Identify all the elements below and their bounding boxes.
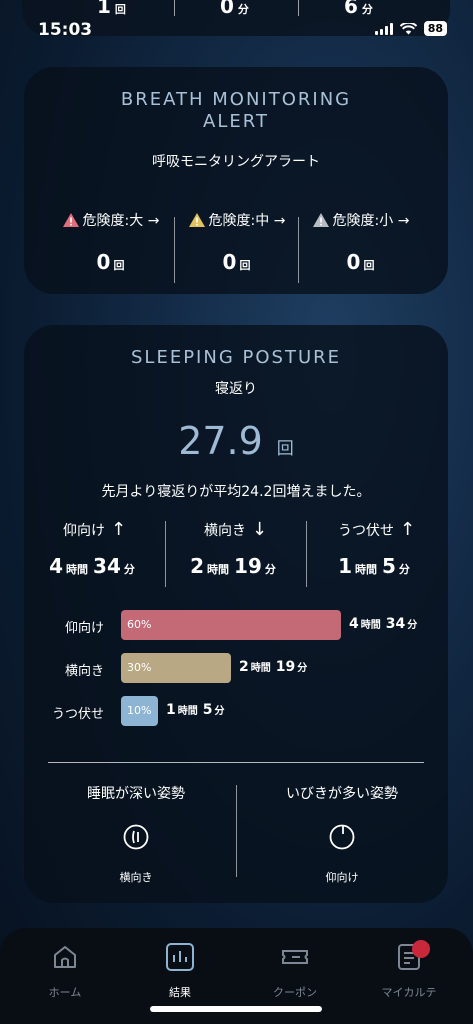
alert-level-medium[interactable]: 危険度:中 → 0回 (174, 210, 299, 274)
tab-results[interactable]: 結果 (121, 942, 239, 1000)
alert-count: 0回 (96, 250, 125, 274)
battery-indicator: 88 (423, 21, 447, 36)
bar-time: 1 時間 5 分 (166, 702, 225, 718)
warning-icon (62, 213, 79, 227)
alert-level-high[interactable]: 危険度:大 → 0回 (48, 210, 173, 274)
direction-supine: 仰向け ↑ 4 時間 34 分 (49, 519, 135, 578)
arrow-up-icon: ↑ (110, 519, 127, 540)
bar-time: 2 時間 19 分 (239, 659, 308, 675)
breath-alert-title-ja: 呼吸モニタリングアラート (152, 154, 320, 170)
posture-bar: 30% (121, 653, 231, 683)
posture-title-ja: 寝返り (215, 381, 257, 397)
alert-label: 危険度:小 → (332, 213, 410, 229)
chart-icon (166, 943, 194, 971)
arrow-down-icon: ↓ (251, 519, 268, 540)
turn-count: 27.9 回 (178, 419, 294, 463)
alert-label: 危険度:大 → (82, 213, 160, 229)
sleeping-posture-card: SLEEPING POSTURE 寝返り 27.9 回 先月より寝返りが平均24.… (24, 325, 448, 903)
alert-count: 0回 (222, 250, 251, 274)
direction-prone: うつ伏せ ↑ 1 時間 5 分 (337, 519, 416, 578)
bar-time: 4 時間 34 分 (349, 616, 418, 632)
comparison-text: 先月より寝返りが平均24.2回増えました。 (101, 484, 371, 500)
warning-icon (312, 213, 329, 227)
posture-bar: 10% (121, 696, 158, 726)
tab-home[interactable]: ホーム (6, 942, 124, 1000)
breath-alert-title-en: BREATH MONITORING ALERT (120, 89, 352, 132)
posture-bar-row: うつ伏せ 10% 1 時間 5 分 (24, 696, 448, 726)
posture-bar-row: 仰向け 60% 4 時間 34 分 (24, 610, 448, 640)
status-icons: 88 (374, 21, 447, 36)
alert-count: 0回 (346, 250, 375, 274)
warning-icon (188, 213, 205, 227)
side-sleep-icon (123, 824, 149, 850)
back-sleep-icon (329, 824, 355, 850)
divider (48, 762, 424, 763)
posture-bar-row: 横向き 30% 2 時間 19 分 (24, 653, 448, 683)
alert-label: 危険度:中 → (208, 213, 286, 229)
tab-my-record[interactable]: マイカルテ (350, 942, 468, 1000)
arrow-up-icon: ↑ (399, 519, 416, 540)
divider (236, 785, 237, 877)
signal-icon (374, 22, 393, 35)
ticket-icon (282, 950, 308, 964)
breath-alert-card: BREATH MONITORING ALERT 呼吸モニタリングアラート 危険度… (24, 67, 448, 294)
notification-badge (412, 940, 430, 958)
status-bar: 15:03 88 (0, 0, 473, 48)
posture-title-en: SLEEPING POSTURE (131, 347, 341, 368)
wifi-icon (399, 22, 417, 34)
direction-side: 横向き ↓ 2 時間 19 分 (190, 519, 276, 578)
deep-sleep-posture: 睡眠が深い姿勢 横向き (87, 786, 185, 884)
status-time: 15:03 (38, 20, 93, 40)
home-icon (54, 946, 76, 968)
snoring-posture: いびきが多い姿勢 仰向け (286, 786, 398, 884)
alert-level-low[interactable]: 危険度:小 → 0回 (298, 210, 423, 274)
posture-bar: 60% (121, 610, 341, 640)
tab-coupon[interactable]: クーポン (236, 942, 354, 1000)
home-indicator (150, 1006, 322, 1012)
